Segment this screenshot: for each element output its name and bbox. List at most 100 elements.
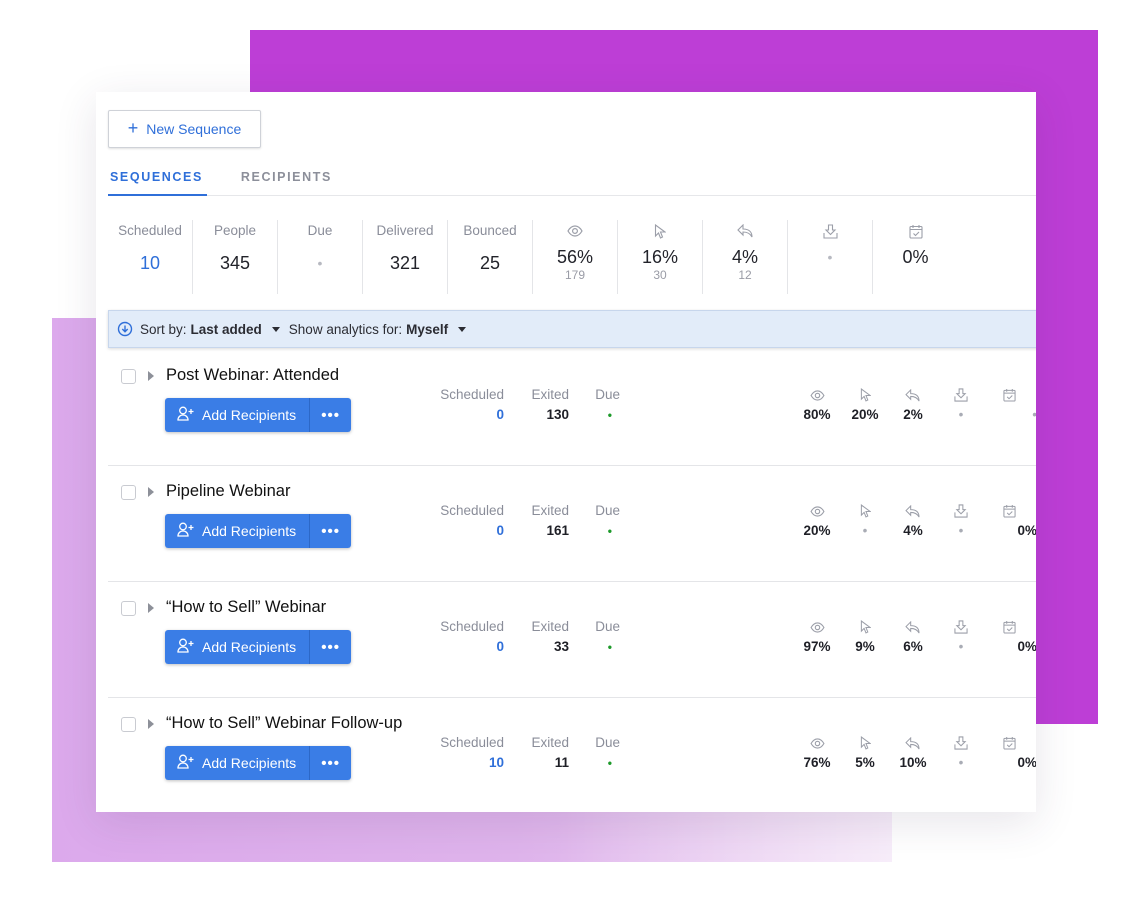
row-downloaded: • bbox=[937, 502, 985, 540]
sort-by-value: Last added bbox=[190, 321, 262, 337]
caret-down-icon bbox=[271, 326, 280, 332]
sequence-title[interactable]: Post Webinar: Attended bbox=[166, 366, 339, 385]
stat-booked: 0% bbox=[873, 220, 958, 294]
sequence-title[interactable]: “How to Sell” Webinar bbox=[166, 598, 326, 617]
stat-value: 56% bbox=[556, 247, 594, 267]
analytics-for-dropdown[interactable]: Show analytics for: Myself bbox=[289, 322, 475, 337]
reply-icon bbox=[905, 386, 921, 404]
add-recipients-button[interactable]: Add Recipients bbox=[165, 514, 310, 548]
download-icon bbox=[954, 502, 968, 520]
row-exited: Exited 130 bbox=[504, 386, 569, 424]
reply-icon bbox=[905, 502, 921, 520]
more-options-button[interactable]: ••• bbox=[309, 630, 352, 664]
row-scheduled-label: Scheduled bbox=[440, 387, 504, 402]
row-clicked: 5% bbox=[841, 734, 889, 772]
row-opened: 20% bbox=[793, 502, 841, 540]
sequence-title[interactable]: Pipeline Webinar bbox=[166, 482, 290, 501]
summary-stats: Scheduled 10 People 345 Due • Delivered … bbox=[108, 220, 958, 294]
sort-down-circle-icon bbox=[117, 321, 133, 337]
row-due-value: • bbox=[607, 408, 612, 422]
cursor-icon bbox=[860, 734, 871, 752]
row-exited-value: 11 bbox=[554, 755, 569, 770]
row-due-label: Due bbox=[595, 387, 620, 402]
row-clicked-value: 9% bbox=[855, 639, 875, 654]
row-replied: 10% bbox=[889, 734, 937, 772]
add-recipients-button[interactable]: Add Recipients bbox=[165, 630, 310, 664]
row-replied-value: 4% bbox=[903, 523, 923, 538]
row-replied-value: 6% bbox=[903, 639, 923, 654]
add-recipients-group: Add Recipients ••• bbox=[165, 746, 352, 780]
row-booked: 0% bbox=[985, 734, 1036, 772]
stat-value: 16% bbox=[641, 247, 679, 267]
stat-due: Due • bbox=[278, 220, 363, 294]
ellipsis-icon: ••• bbox=[321, 522, 341, 540]
row-scheduled: Scheduled 0 bbox=[428, 502, 504, 540]
row-downloaded-value: • bbox=[958, 407, 964, 422]
stat-value: 25 bbox=[479, 253, 501, 273]
eye-icon bbox=[567, 220, 583, 242]
expand-caret-icon[interactable] bbox=[148, 487, 154, 497]
add-person-icon bbox=[177, 638, 195, 656]
row-due-label: Due bbox=[595, 503, 620, 518]
row-exited: Exited 11 bbox=[504, 734, 569, 772]
row-metrics: 97% 9% 6% • 0% bbox=[793, 618, 1036, 656]
expand-caret-icon[interactable] bbox=[148, 719, 154, 729]
add-recipients-button[interactable]: Add Recipients bbox=[165, 398, 310, 432]
row-booked: 0% bbox=[985, 502, 1036, 540]
calendar-check-icon bbox=[1002, 386, 1016, 404]
row-opened: 97% bbox=[793, 618, 841, 656]
row-downloaded-value: • bbox=[958, 523, 964, 538]
expand-caret-icon[interactable] bbox=[148, 371, 154, 381]
add-person-icon bbox=[177, 754, 195, 772]
download-icon bbox=[954, 734, 968, 752]
calendar-check-icon bbox=[1002, 502, 1016, 520]
row-checkbox[interactable] bbox=[121, 717, 136, 732]
row-opened-value: 97% bbox=[803, 639, 831, 654]
row-booked: • bbox=[985, 386, 1036, 424]
row-exited-label: Exited bbox=[531, 503, 569, 518]
row-exited: Exited 33 bbox=[504, 618, 569, 656]
tab-recipients[interactable]: RECIPIENTS bbox=[239, 162, 334, 195]
row-downloaded: • bbox=[937, 618, 985, 656]
expand-caret-icon[interactable] bbox=[148, 603, 154, 613]
row-counts: Scheduled 10 Exited 11 Due • bbox=[428, 734, 620, 772]
ellipsis-icon: ••• bbox=[321, 754, 341, 772]
row-exited-value: 130 bbox=[546, 407, 569, 422]
row-due: Due • bbox=[569, 618, 620, 656]
row-due: Due • bbox=[569, 734, 620, 772]
row-scheduled-label: Scheduled bbox=[440, 619, 504, 634]
row-downloaded: • bbox=[937, 734, 985, 772]
add-recipients-button[interactable]: Add Recipients bbox=[165, 746, 310, 780]
row-scheduled-value: 0 bbox=[496, 523, 504, 538]
download-icon bbox=[954, 618, 968, 636]
stat-scheduled: Scheduled 10 bbox=[108, 220, 193, 294]
stat-people: People 345 bbox=[193, 220, 278, 294]
more-options-button[interactable]: ••• bbox=[309, 514, 352, 548]
sequence-row: Pipeline Webinar Add Recipients ••• Sche… bbox=[108, 466, 1036, 582]
sequence-row: “How to Sell” Webinar Add Recipients •••… bbox=[108, 582, 1036, 698]
row-due: Due • bbox=[569, 502, 620, 540]
row-checkbox[interactable] bbox=[121, 601, 136, 616]
row-downloaded-value: • bbox=[958, 639, 964, 654]
row-exited: Exited 161 bbox=[504, 502, 569, 540]
more-options-button[interactable]: ••• bbox=[309, 746, 352, 780]
caret-down-icon bbox=[458, 326, 467, 332]
more-options-button[interactable]: ••• bbox=[309, 398, 352, 432]
sort-by-dropdown[interactable]: Sort by: Last added bbox=[140, 322, 289, 337]
row-checkbox[interactable] bbox=[121, 485, 136, 500]
row-exited-label: Exited bbox=[531, 387, 569, 402]
row-clicked: 20% bbox=[841, 386, 889, 424]
tab-sequences[interactable]: SEQUENCES bbox=[108, 162, 207, 196]
row-booked-value: 0% bbox=[1017, 755, 1036, 770]
calendar-check-icon bbox=[1002, 734, 1016, 752]
add-recipients-group: Add Recipients ••• bbox=[165, 630, 352, 664]
row-opened-value: 76% bbox=[803, 755, 831, 770]
sequence-title[interactable]: “How to Sell” Webinar Follow-up bbox=[166, 714, 402, 733]
row-booked-value: • bbox=[1032, 406, 1036, 424]
row-checkbox[interactable] bbox=[121, 369, 136, 384]
new-sequence-button[interactable]: + New Sequence bbox=[108, 110, 261, 148]
row-clicked-value: • bbox=[862, 523, 868, 538]
row-scheduled: Scheduled 0 bbox=[428, 386, 504, 424]
calendar-check-icon bbox=[1002, 618, 1016, 636]
reply-icon bbox=[905, 734, 921, 752]
